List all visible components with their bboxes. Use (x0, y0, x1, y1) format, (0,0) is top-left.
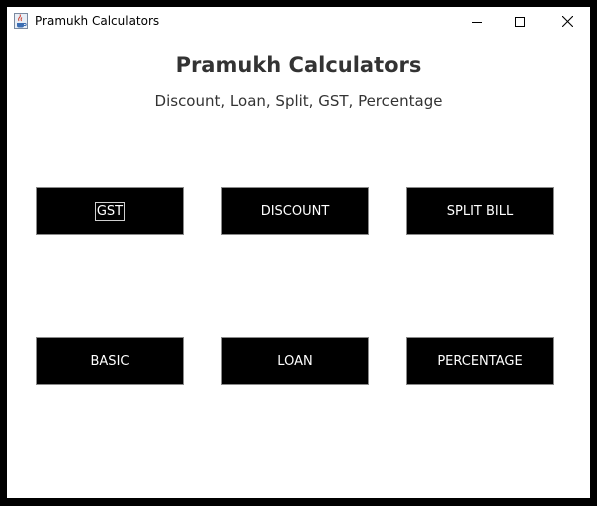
minimize-button[interactable] (454, 7, 500, 36)
java-coffee-cup-icon (14, 13, 28, 29)
gst-button-label: GST (94, 201, 126, 221)
maximize-icon (515, 16, 525, 27)
close-icon (561, 16, 573, 27)
discount-button-label: DISCOUNT (260, 203, 330, 219)
basic-button[interactable]: BASIC (36, 337, 184, 385)
split-bill-button[interactable]: SPLIT BILL (406, 187, 554, 235)
close-button[interactable] (544, 7, 590, 36)
basic-button-label: BASIC (90, 353, 130, 369)
page-title: Pramukh Calculators (175, 53, 422, 77)
page-subtitle: Discount, Loan, Split, GST, Percentage (154, 92, 443, 110)
maximize-button[interactable] (497, 7, 543, 36)
gst-button[interactable]: GST (36, 187, 184, 235)
minimize-icon (472, 17, 482, 27)
discount-button[interactable]: DISCOUNT (221, 187, 369, 235)
percentage-button[interactable]: PERCENTAGE (406, 337, 554, 385)
split-bill-button-label: SPLIT BILL (446, 203, 514, 219)
loan-button-label: LOAN (277, 353, 313, 369)
title-bar[interactable]: Pramukh Calculators (7, 7, 590, 36)
app-window: Pramukh Calculators Pramukh Calculators … (7, 7, 590, 498)
loan-button[interactable]: LOAN (221, 337, 369, 385)
percentage-button-label: PERCENTAGE (437, 353, 523, 369)
window-title: Pramukh Calculators (35, 14, 160, 28)
